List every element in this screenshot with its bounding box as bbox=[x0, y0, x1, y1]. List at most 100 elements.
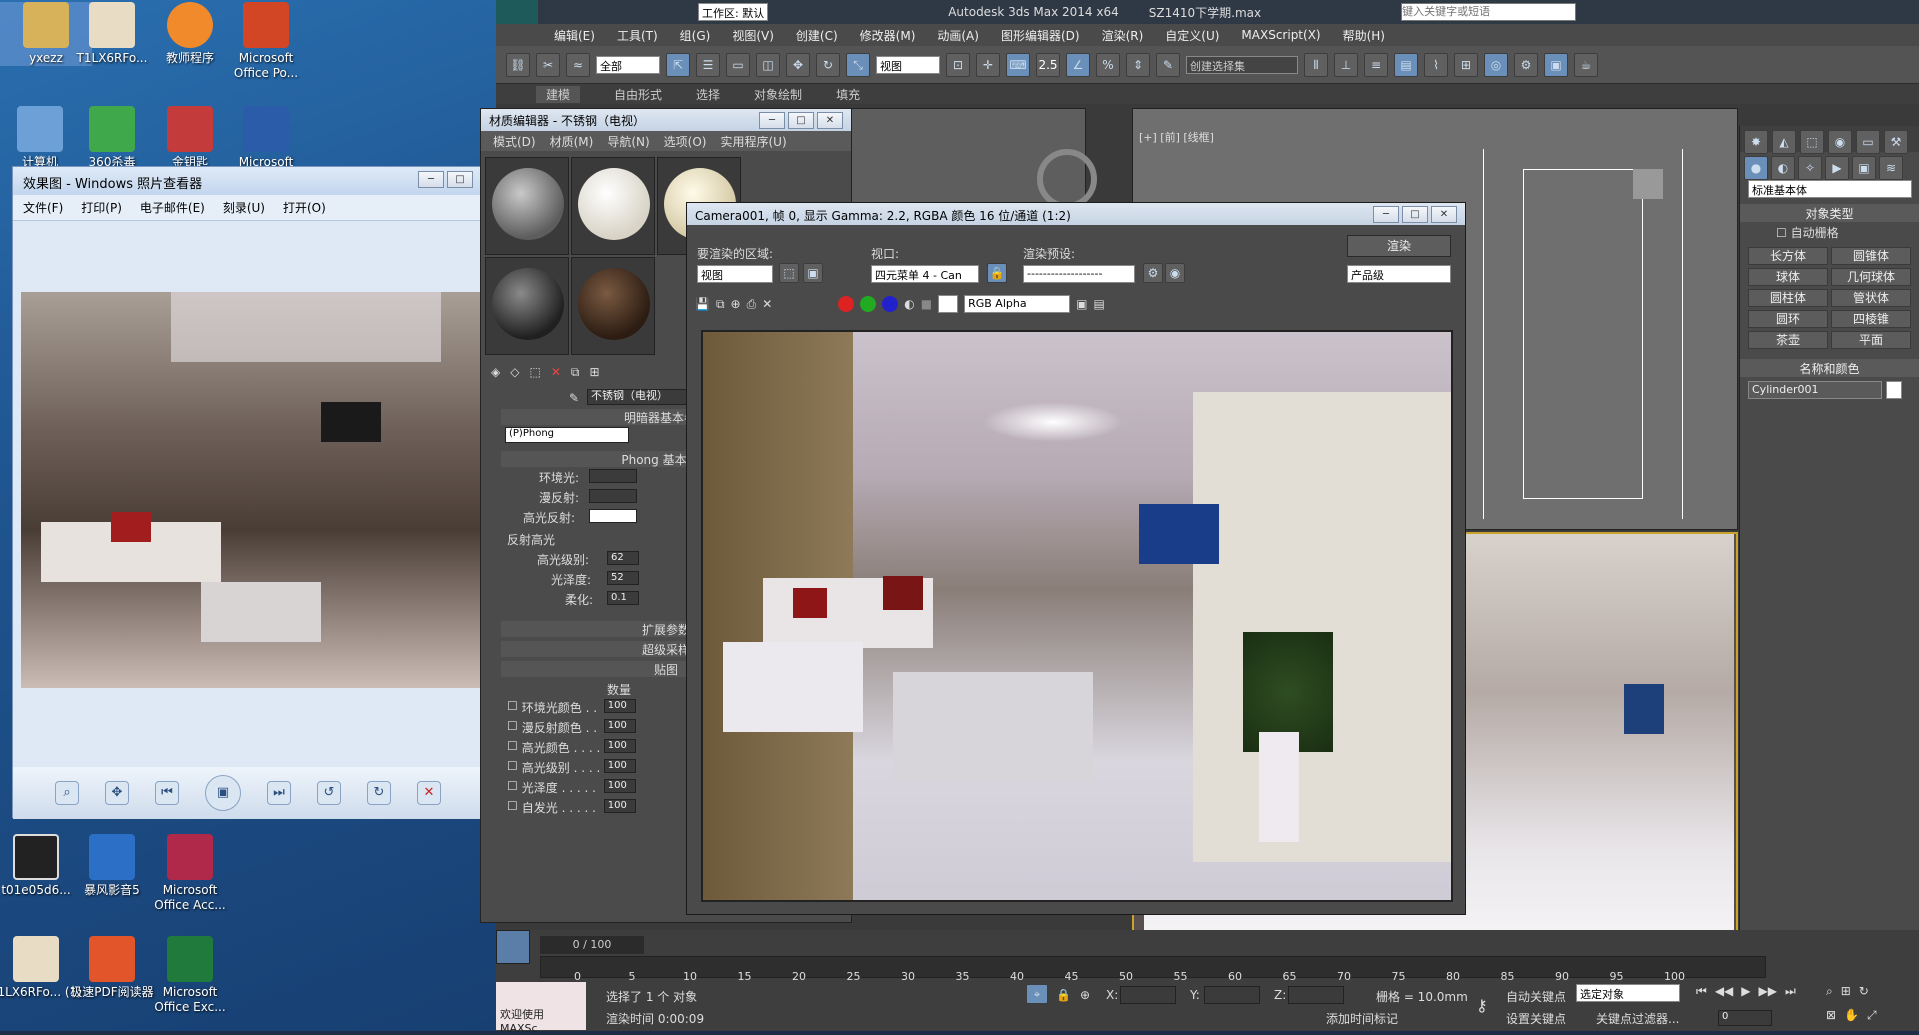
me-menu-modes[interactable]: 模式(D) bbox=[493, 133, 536, 149]
geometry-icon[interactable]: ● bbox=[1744, 156, 1768, 180]
edit-named-sets-icon[interactable]: ✎ bbox=[1156, 52, 1180, 77]
menu-help[interactable]: 帮助(H) bbox=[1343, 27, 1385, 44]
pivot-icon[interactable]: ⊡ bbox=[946, 52, 970, 77]
me-menu-material[interactable]: 材质(M) bbox=[550, 133, 594, 149]
menu-animation[interactable]: 动画(A) bbox=[937, 27, 979, 44]
actual-size-icon[interactable]: ✥ bbox=[105, 781, 129, 805]
percent-snap-icon[interactable]: % bbox=[1096, 52, 1120, 77]
set-key-button[interactable]: 设置关键点 bbox=[1506, 1010, 1566, 1027]
me-menu-navigation[interactable]: 导航(N) bbox=[607, 133, 649, 149]
menu-tools[interactable]: 工具(T) bbox=[617, 27, 658, 44]
motion-tab-icon[interactable]: ◉ bbox=[1828, 130, 1852, 154]
maximize-viewport-icon[interactable]: ⤢ bbox=[1867, 1008, 1877, 1023]
spec-level-spinner[interactable]: 62 bbox=[607, 551, 639, 565]
create-tab-icon[interactable]: ✸ bbox=[1744, 130, 1768, 154]
material-slot[interactable] bbox=[485, 257, 569, 355]
map-row[interactable]: ☐环境光颜色 . . . .100 bbox=[507, 699, 637, 719]
cameras-icon[interactable]: ▶ bbox=[1825, 156, 1849, 180]
ribbon-tab-populate[interactable]: 填充 bbox=[836, 86, 860, 103]
render-production-icon[interactable]: ☕ bbox=[1574, 52, 1598, 77]
make-unique-icon[interactable]: ⊞ bbox=[589, 365, 599, 380]
key-filters-button[interactable]: 关键点过滤器... bbox=[1596, 1010, 1679, 1027]
snap-toggle-icon[interactable]: 2.5 bbox=[1036, 52, 1060, 77]
close-button[interactable]: ✕ bbox=[1431, 206, 1457, 223]
y-coordinate-field[interactable] bbox=[1204, 986, 1260, 1004]
z-coordinate-field[interactable] bbox=[1288, 986, 1344, 1004]
workspace-dropdown[interactable]: 工作区: 默认 bbox=[698, 3, 769, 21]
previous-icon[interactable]: ⏮ bbox=[155, 781, 179, 805]
select-object-icon[interactable]: ⇱ bbox=[666, 52, 690, 77]
maximize-button[interactable]: □ bbox=[447, 171, 473, 188]
auto-region-icon[interactable]: ▣ bbox=[803, 263, 823, 283]
maximize-button[interactable]: □ bbox=[1402, 206, 1428, 223]
go-to-end-icon[interactable]: ⏭ bbox=[1785, 984, 1796, 999]
angle-snap-icon[interactable]: ∠ bbox=[1066, 52, 1090, 77]
move-icon[interactable]: ✥ bbox=[786, 52, 810, 77]
blue-channel-icon[interactable] bbox=[882, 296, 899, 312]
me-menu-options[interactable]: 选项(O) bbox=[664, 133, 707, 149]
next-icon[interactable]: ⏭ bbox=[267, 781, 291, 805]
delete-icon[interactable]: ✕ bbox=[417, 781, 441, 805]
ref-coord-dropdown[interactable]: 视图 bbox=[876, 55, 940, 74]
me-menu-utilities[interactable]: 实用程序(U) bbox=[720, 133, 786, 149]
isolate-selection-icon[interactable]: ⌖ bbox=[1026, 984, 1048, 1004]
sphere-button[interactable]: 球体 bbox=[1748, 268, 1828, 286]
map-row[interactable]: ☐ 高光颜色 . . . . . 100 bbox=[507, 739, 637, 759]
map-row[interactable]: ☐ 光泽度 . . . . . . 100 bbox=[507, 779, 637, 799]
menu-email[interactable]: 电子邮件(E) bbox=[140, 199, 205, 216]
maxscript-listener[interactable]: 欢迎使用 MAXSc bbox=[496, 982, 586, 1035]
zoom-all-icon[interactable]: ⊞ bbox=[1841, 984, 1851, 999]
slideshow-icon[interactable]: ▣ bbox=[205, 775, 241, 811]
layer-manager-icon[interactable]: ≡ bbox=[1364, 52, 1388, 77]
material-editor-icon[interactable]: ◎ bbox=[1484, 52, 1508, 77]
render-quality-dropdown[interactable]: 产品级 bbox=[1347, 265, 1451, 283]
zoom-icon[interactable]: ⌕ bbox=[55, 781, 79, 805]
toggle-ui-icon[interactable]: ▤ bbox=[1093, 297, 1104, 311]
current-frame-field[interactable]: 0 bbox=[1718, 1010, 1772, 1026]
geosphere-button[interactable]: 几何球体 bbox=[1831, 268, 1911, 286]
go-to-start-icon[interactable]: ⏮ bbox=[1696, 984, 1707, 999]
rotate-cw-icon[interactable]: ↻ bbox=[367, 781, 391, 805]
minimize-button[interactable]: ─ bbox=[418, 171, 444, 188]
object-name-field[interactable]: Cylinder001 bbox=[1748, 381, 1882, 399]
schematic-view-icon[interactable]: ⊞ bbox=[1454, 52, 1478, 77]
menu-open[interactable]: 打开(O) bbox=[283, 199, 326, 216]
menu-burn[interactable]: 刻录(U) bbox=[223, 199, 265, 216]
object-color-swatch[interactable] bbox=[1886, 381, 1902, 399]
modify-tab-icon[interactable]: ◭ bbox=[1772, 130, 1796, 154]
minimize-button[interactable]: ─ bbox=[759, 112, 785, 129]
menu-rendering[interactable]: 渲染(R) bbox=[1102, 27, 1144, 44]
box-button[interactable]: 长方体 bbox=[1748, 247, 1828, 265]
object-type-rollout[interactable]: 对象类型 bbox=[1740, 204, 1919, 222]
material-slot[interactable] bbox=[485, 157, 569, 255]
toggle-ui-overlay-icon[interactable]: ▣ bbox=[1076, 297, 1087, 311]
rendered-frame-titlebar[interactable]: Camera001, 帧 0, 显示 Gamma: 2.2, RGBA 颜色 1… bbox=[687, 203, 1465, 225]
soften-spinner[interactable]: 0.1 bbox=[607, 591, 639, 605]
render-preset-dropdown[interactable]: ------------------- bbox=[1023, 265, 1135, 283]
teapot-button[interactable]: 茶壶 bbox=[1748, 331, 1828, 349]
menu-print[interactable]: 打印(P) bbox=[81, 199, 122, 216]
menu-modifiers[interactable]: 修改器(M) bbox=[860, 27, 916, 44]
tube-button[interactable]: 管状体 bbox=[1831, 289, 1911, 307]
monochrome-icon[interactable]: ■ bbox=[921, 297, 932, 311]
environment-icon[interactable]: ◉ bbox=[1165, 263, 1185, 283]
lock-icon[interactable]: 🔒 bbox=[1056, 988, 1071, 1002]
alpha-channel-icon[interactable]: ◐ bbox=[904, 297, 914, 311]
pyramid-button[interactable]: 四棱锥 bbox=[1831, 310, 1911, 328]
get-material-icon[interactable]: ◈ bbox=[491, 365, 500, 380]
ribbon-tab-object-paint[interactable]: 对象绘制 bbox=[754, 86, 802, 103]
previous-frame-icon[interactable]: ◀◀ bbox=[1715, 984, 1733, 999]
helpers-icon[interactable]: ▣ bbox=[1852, 156, 1876, 180]
maximize-button[interactable]: □ bbox=[788, 112, 814, 129]
utilities-tab-icon[interactable]: ⚒ bbox=[1884, 130, 1908, 154]
render-setup-icon[interactable]: ⚙ bbox=[1514, 52, 1538, 77]
copy-image-icon[interactable]: ⧉ bbox=[716, 297, 725, 312]
selection-filter-dropdown[interactable]: 全部 bbox=[596, 55, 660, 74]
rendered-frame-icon[interactable]: ▣ bbox=[1544, 52, 1568, 77]
channel-display-dropdown[interactable]: RGB Alpha bbox=[964, 295, 1071, 313]
diffuse-swatch[interactable] bbox=[589, 489, 637, 503]
unlink-icon[interactable]: ✂ bbox=[536, 52, 560, 77]
lock-viewport-icon[interactable]: 🔒 bbox=[987, 263, 1007, 283]
clear-color-swatch[interactable] bbox=[938, 295, 959, 313]
align-icon[interactable]: ⊥ bbox=[1334, 52, 1358, 77]
